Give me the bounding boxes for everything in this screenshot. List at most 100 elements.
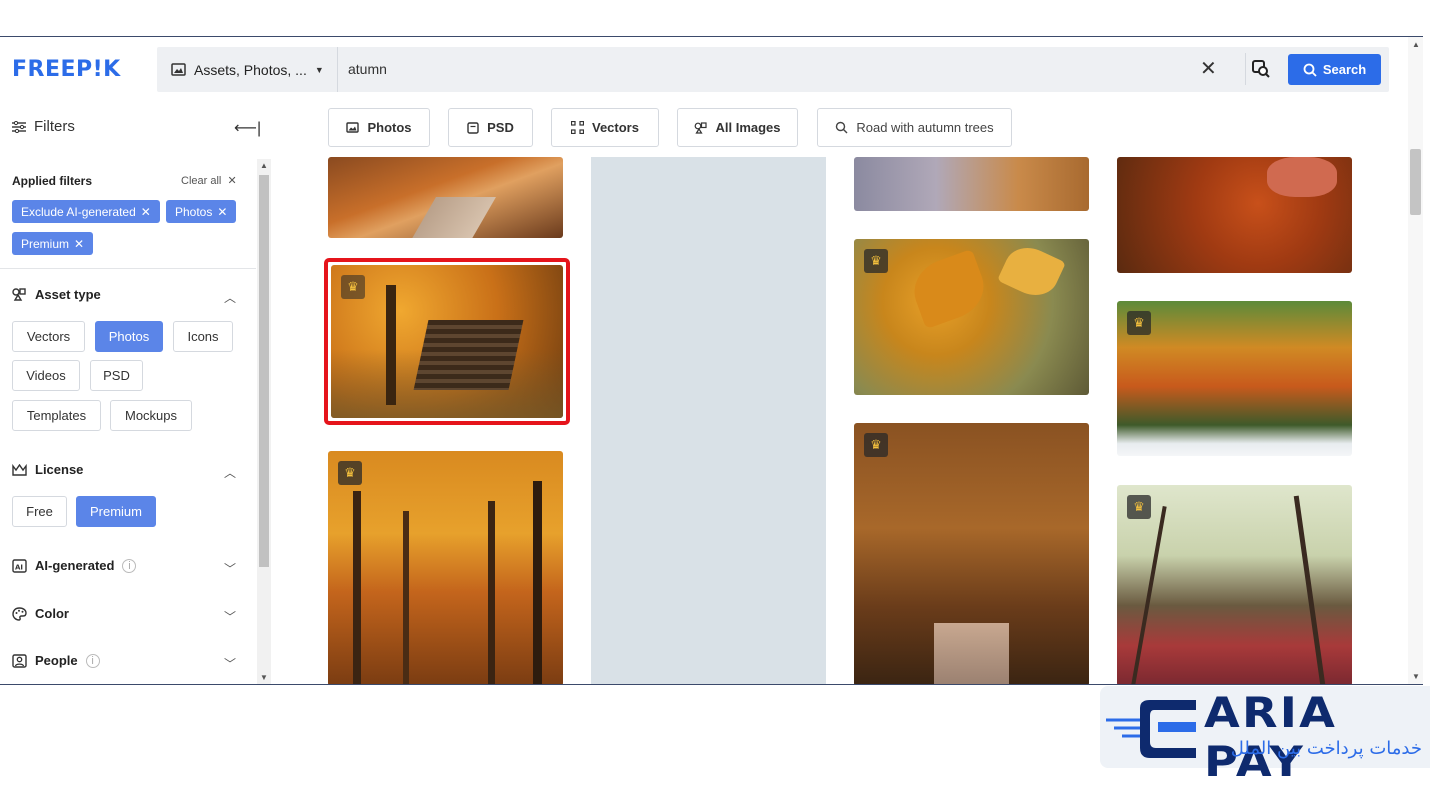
remove-icon[interactable]: ✕ bbox=[74, 237, 84, 251]
branch-shape bbox=[1131, 506, 1167, 684]
remove-icon[interactable]: ✕ bbox=[217, 205, 227, 219]
applied-chip-photos[interactable]: Photos ✕ bbox=[166, 200, 237, 223]
chip-label: Photos bbox=[175, 204, 213, 219]
clear-all-label: Clear all bbox=[181, 175, 222, 187]
asset-option-icons[interactable]: Icons bbox=[173, 321, 233, 352]
asset-option-psd[interactable]: PSD bbox=[90, 360, 143, 391]
applied-chip-premium[interactable]: Premium ✕ bbox=[12, 232, 94, 255]
collapse-sidebar-icon[interactable]: ⟵| bbox=[234, 118, 261, 138]
color-header[interactable]: Color bbox=[12, 606, 69, 621]
caret-down-icon: ▼ bbox=[314, 64, 324, 75]
search-button[interactable]: Search bbox=[1288, 54, 1381, 85]
tab-vectors[interactable]: Vectors bbox=[551, 108, 659, 147]
asset-type-selector[interactable]: Assets, Photos, ... ▼ bbox=[157, 47, 338, 92]
remove-icon[interactable]: ✕ bbox=[141, 205, 151, 219]
info-icon[interactable]: i bbox=[85, 653, 100, 668]
tree-trunk-shape bbox=[488, 501, 495, 684]
result-image[interactable] bbox=[328, 157, 563, 238]
chevron-up-icon[interactable]: ︿ bbox=[224, 464, 236, 481]
image-icon bbox=[346, 122, 360, 133]
ariapay-brand-text: ARIA PAY bbox=[1204, 688, 1338, 786]
result-image[interactable]: ♛ bbox=[854, 423, 1089, 684]
sidebar-scrollbar[interactable]: ▲ ▼ bbox=[257, 159, 271, 684]
image-search-button[interactable] bbox=[1245, 53, 1276, 85]
result-image-selected[interactable]: ♛ bbox=[331, 265, 563, 418]
chevron-up-icon[interactable]: ︿ bbox=[224, 289, 236, 306]
scroll-down-arrow-icon[interactable]: ▼ bbox=[260, 673, 268, 682]
path-shape bbox=[934, 623, 1009, 684]
search-bar: Assets, Photos, ... ▼ atumn ✕ Search bbox=[157, 47, 1389, 92]
person-frame-icon bbox=[12, 653, 27, 668]
search-input[interactable]: atumn bbox=[348, 61, 387, 77]
related-search-suggestion[interactable]: Road with autumn trees bbox=[817, 108, 1012, 147]
tree-trunk-shape bbox=[403, 511, 409, 684]
ai-generated-header[interactable]: AI AI-generated i bbox=[12, 558, 137, 573]
search-icon bbox=[1303, 63, 1317, 77]
premium-crown-icon: ♛ bbox=[1127, 495, 1151, 519]
asset-type-header[interactable]: Asset type bbox=[12, 287, 101, 302]
leaf-shape bbox=[905, 248, 993, 330]
result-image[interactable]: ♛ bbox=[1117, 301, 1352, 456]
clear-all-button[interactable]: Clear all ✕ bbox=[181, 174, 237, 187]
scroll-thumb[interactable] bbox=[259, 175, 269, 567]
browser-viewport: FREEP!K Assets, Photos, ... ▼ atumn ✕ Se… bbox=[0, 36, 1423, 685]
result-image[interactable]: ♛ bbox=[328, 451, 563, 684]
scroll-up-arrow-icon[interactable]: ▲ bbox=[1412, 40, 1420, 49]
page-scrollbar[interactable]: ▲ ▼ bbox=[1408, 37, 1423, 684]
result-image[interactable] bbox=[1117, 157, 1352, 273]
premium-crown-icon: ♛ bbox=[341, 275, 365, 299]
chevron-down-icon[interactable]: ﹀ bbox=[224, 655, 236, 672]
loading-image-placeholder bbox=[591, 157, 826, 684]
freepik-logo[interactable]: FREEP!K bbox=[12, 57, 121, 82]
tab-all-images[interactable]: All Images bbox=[677, 108, 798, 147]
search-icon bbox=[836, 121, 848, 134]
top-header: FREEP!K Assets, Photos, ... ▼ atumn ✕ Se… bbox=[0, 37, 1408, 104]
tab-psd[interactable]: PSD bbox=[448, 108, 533, 147]
result-image[interactable]: ♛ bbox=[854, 239, 1089, 395]
asset-option-mockups[interactable]: Mockups bbox=[110, 400, 192, 431]
asset-option-photos[interactable]: Photos bbox=[95, 321, 163, 352]
result-image[interactable]: ♛ bbox=[1117, 485, 1352, 684]
license-title: License bbox=[35, 462, 84, 477]
divider bbox=[0, 268, 256, 269]
asset-type-title: Asset type bbox=[35, 287, 101, 302]
search-button-label: Search bbox=[1322, 62, 1367, 77]
asset-option-videos[interactable]: Videos bbox=[12, 360, 80, 391]
tab-photos[interactable]: Photos bbox=[328, 108, 430, 147]
scroll-up-arrow-icon[interactable]: ▲ bbox=[260, 161, 268, 170]
people-title: People bbox=[35, 653, 78, 668]
bridge-stairs-shape bbox=[413, 320, 524, 390]
premium-crown-icon: ♛ bbox=[1127, 311, 1151, 335]
applied-chip-exclude-ai[interactable]: Exclude AI-generated ✕ bbox=[12, 200, 160, 223]
branch-shape bbox=[1293, 495, 1326, 684]
license-option-premium[interactable]: Premium bbox=[76, 496, 156, 527]
shapes-icon bbox=[12, 288, 26, 301]
clear-search-icon[interactable]: ✕ bbox=[1200, 56, 1217, 81]
chevron-down-icon[interactable]: ﹀ bbox=[224, 560, 236, 577]
leaf-shape bbox=[1267, 157, 1337, 197]
color-title: Color bbox=[35, 606, 69, 621]
ariapay-watermark: ARIA PAY خدمات پرداخت بین الملل bbox=[1100, 686, 1430, 786]
scroll-down-arrow-icon[interactable]: ▼ bbox=[1412, 672, 1420, 681]
tree-trunk-shape bbox=[386, 285, 396, 405]
sliders-icon bbox=[12, 120, 26, 133]
tab-label: Photos bbox=[367, 120, 412, 135]
asset-option-vectors[interactable]: Vectors bbox=[12, 321, 85, 352]
image-search-icon bbox=[1252, 60, 1270, 78]
ai-generated-title: AI-generated bbox=[35, 558, 115, 573]
psd-file-icon bbox=[467, 121, 479, 134]
chevron-down-icon[interactable]: ﹀ bbox=[224, 608, 236, 625]
license-header[interactable]: License bbox=[12, 462, 83, 477]
info-icon[interactable]: i bbox=[122, 558, 137, 573]
suggestion-label: Road with autumn trees bbox=[856, 120, 994, 135]
image-icon bbox=[171, 63, 186, 76]
scroll-thumb[interactable] bbox=[1410, 149, 1421, 215]
asset-option-templates[interactable]: Templates bbox=[12, 400, 101, 431]
ariapay-tagline: خدمات پرداخت بین الملل bbox=[1230, 738, 1422, 759]
applied-filters-title: Applied filters bbox=[12, 174, 93, 188]
premium-crown-icon: ♛ bbox=[864, 433, 888, 457]
people-header[interactable]: People i bbox=[12, 653, 100, 668]
result-image[interactable] bbox=[854, 157, 1089, 211]
license-option-free[interactable]: Free bbox=[12, 496, 67, 527]
tab-label: Vectors bbox=[592, 120, 639, 135]
